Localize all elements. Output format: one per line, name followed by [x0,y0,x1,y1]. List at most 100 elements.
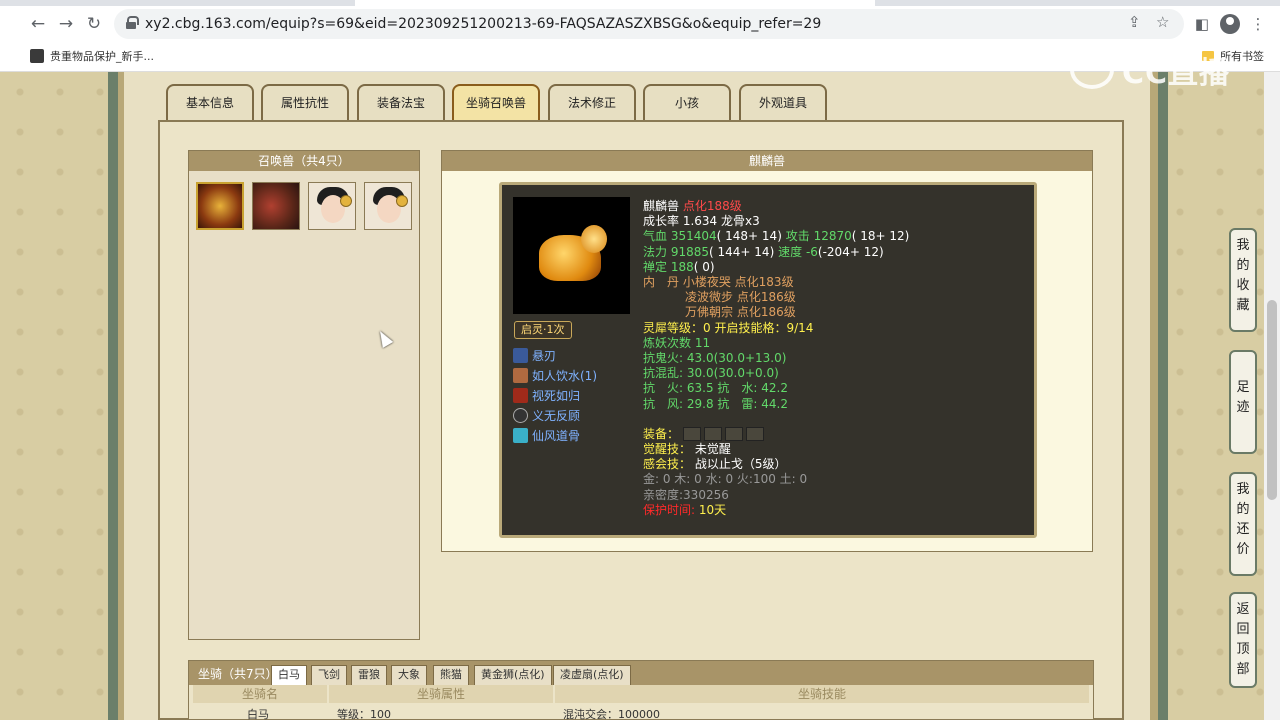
tab-spell-correction[interactable]: 法术修正 [548,84,636,120]
back-icon[interactable]: ← [26,12,50,36]
page-scrollbar[interactable] [1264,72,1280,720]
skill-label: 如人饮水(1) [532,368,597,383]
resist-fire-water: 抗 火: 63.5 抗 水: 42.2 [643,381,788,396]
swirl-skill-icon [513,407,528,423]
tab-appearance[interactable]: 外观道具 [739,84,827,120]
my-offers-button[interactable]: 我的还价 [1229,472,1257,576]
skill-item[interactable]: 如人饮水(1) [513,365,597,385]
inner-dan-2: 凌波微步 点化186级 [685,290,796,305]
share-icon[interactable]: ⇪ [1128,13,1141,31]
mount-tab[interactable]: 凌虚扇(点化) [553,665,631,685]
attack-extra: ( 18+ 12) [851,229,910,244]
tab-children[interactable]: 小孩 [643,84,731,120]
pet-detail-panel: 麒麟兽 启灵·1次 悬刃 如人饮水(1) 视死如归 义无反顾 仙风道骨 麒麟兽 … [441,150,1093,552]
float-btn-label: 足迹 [1236,380,1250,415]
mount-row-attr: 等级：100 [337,708,391,720]
back-to-top-button[interactable]: 返回顶部 [1229,592,1257,688]
pet-growth: 成长率 1.634 龙骨x3 [643,214,760,229]
mount-panel: 坐骑（共7只） 白马 飞剑 雷狼 大象 熊猫 黄金狮(点化) 凌虚扇(点化) 坐… [188,660,1094,720]
speed-label: 速度 [778,244,803,259]
blade-skill-icon [513,347,528,363]
pet-stats: 麒麟兽 点化188级 成长率 1.634 龙骨x3 气血 351404( 148… [643,199,909,518]
mount-tab[interactable]: 雷狼 [351,665,387,685]
skill-item[interactable]: 仙风道骨 [513,425,597,445]
frame-right [1158,72,1168,720]
resist-ghost-fire: 抗鬼火: 43.0(30.0+13.0) [643,351,787,366]
frame-left [108,72,118,720]
lock-icon[interactable] [126,16,139,29]
my-favorites-button[interactable]: 我的收藏 [1229,228,1257,332]
pet-thumb-4[interactable] [364,182,412,230]
mp-label: 法力 [643,244,668,259]
scrollbar-thumb[interactable] [1267,300,1277,500]
intimacy: 亲密度:330256 [643,487,729,502]
inner-dan-3: 万佛朝宗 点化186级 [685,305,796,320]
pet-thumbnails [196,182,412,230]
tab-attributes[interactable]: 属性抗性 [261,84,349,120]
reload-icon[interactable]: ↻ [82,12,106,36]
pet-list-panel: 召唤兽（共4只） [188,150,420,640]
skill-label: 仙风道骨 [532,428,581,443]
footprint-button[interactable]: 足迹 [1229,350,1257,454]
protect-label: 保护时间: [643,502,696,517]
bookmark-star-icon[interactable]: ☆ [1156,13,1169,31]
hp-extra: ( 148+ 14) [716,229,782,244]
mount-tab[interactable]: 黄金狮(点化) [474,665,552,685]
pet-head-shape [581,225,607,253]
mount-tab[interactable]: 飞剑 [311,665,347,685]
skill-item[interactable]: 悬刃 [513,345,597,365]
mount-tab[interactable]: 熊猫 [433,665,469,685]
bookmark-item[interactable]: 贵重物品保护_新手... [30,48,154,64]
mount-row-skill: 混沌交会：100000 [563,708,660,720]
skill-item[interactable]: 视死如归 [513,385,597,405]
pet-info-card: 启灵·1次 悬刃 如人饮水(1) 视死如归 义无反顾 仙风道骨 麒麟兽 点化18… [499,182,1037,538]
menu-icon[interactable]: ⋮ [1246,12,1270,36]
tab-basic-info[interactable]: 基本信息 [166,84,254,120]
inner-dan-label: 内 丹 [643,275,680,290]
equip-slots[interactable] [682,427,764,442]
mount-tab[interactable]: 大象 [391,665,427,685]
tab-equipment[interactable]: 装备法宝 [357,84,445,120]
pet-detail-title: 麒麟兽 [442,151,1092,171]
hp-label: 气血 [643,229,668,244]
awaken-value: 未觉醒 [694,442,731,457]
mp-value: 91885 [670,244,710,259]
tab-mounts-pets[interactable]: 坐骑召唤兽 [452,84,540,120]
attack-label: 攻击 [785,229,810,244]
pet-skill-list: 悬刃 如人饮水(1) 视死如归 义无反顾 仙风道骨 [513,345,597,445]
mount-row-name: 白马 [247,708,269,720]
sidebar-icon[interactable]: ◧ [1190,12,1214,36]
refine-count: 炼妖次数 11 [643,335,711,350]
watermark-text: CC直播 [1122,56,1231,91]
mount-title: 坐骑（共7只） [198,667,278,681]
sense-label: 感会技： [643,457,692,472]
qiling-badge: 启灵·1次 [514,321,572,339]
pet-thumb-3[interactable] [308,182,356,230]
forward-icon[interactable]: → [54,12,78,36]
url-text[interactable]: xy2.cbg.163.com/equip?s=69&eid=202309251… [145,16,821,32]
pet-level: 点化188级 [682,199,742,213]
speed-extra: (-204+ 12) [817,244,884,259]
inner-dan-1: 小楼夜哭 点化183级 [682,275,794,290]
active-tab[interactable] [355,0,875,6]
skill-item[interactable]: 义无反顾 [513,405,597,425]
mount-tab[interactable]: 白马 [271,665,307,685]
profile-icon[interactable] [1218,12,1242,36]
pet-thumb-2[interactable] [252,182,300,230]
float-btn-label: 我的还价 [1236,482,1250,557]
equip-label: 装备： [643,426,680,441]
col-mount-name: 坐骑名 [193,685,327,703]
spirit-level: 灵犀等级：0 开启技能格：9/14 [643,320,814,335]
pet-thumb-qilin[interactable] [196,182,244,230]
elements: 金: 0 木: 0 水: 0 火:100 土: 0 [643,472,808,487]
sense-value: 战以止戈（5级） [694,457,787,472]
mount-tabs-bar: 坐骑（共7只） 白马 飞剑 雷狼 大象 熊猫 黄金狮(点化) 凌虚扇(点化) [189,661,1093,685]
float-btn-label: 返回顶部 [1236,602,1250,677]
death-skill-icon [513,387,528,403]
address-bar[interactable]: xy2.cbg.163.com/equip?s=69&eid=202309251… [114,9,1184,39]
skill-label: 悬刃 [532,348,557,363]
hp-value: 351404 [670,229,717,244]
resist-chaos: 抗混乱: 30.0(30.0+0.0) [643,366,779,381]
col-mount-skill: 坐骑技能 [555,685,1089,703]
mp-extra: ( 144+ 14) [709,244,775,259]
